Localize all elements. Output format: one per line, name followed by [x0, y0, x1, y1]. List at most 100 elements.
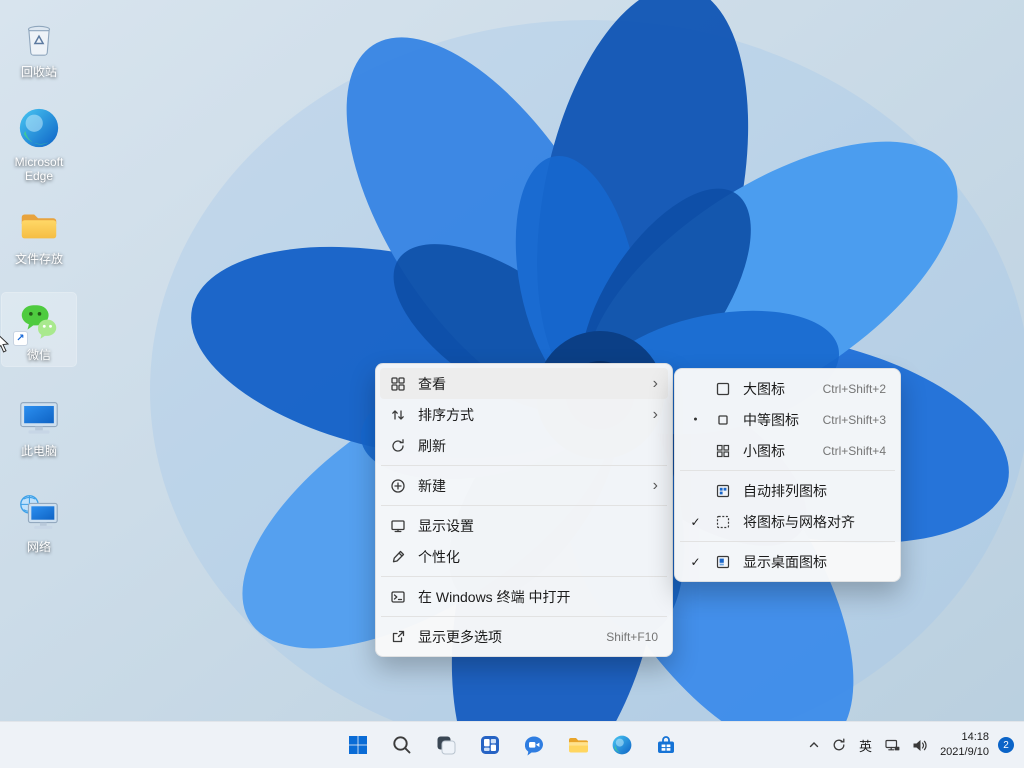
- search-icon: [390, 733, 414, 757]
- file-explorer-button[interactable]: [558, 725, 598, 765]
- system-tray: 英 14:18 2021/9/10 2: [802, 722, 1020, 768]
- submenu-item-large-icons[interactable]: 大图标 Ctrl+Shift+2: [679, 373, 896, 404]
- radio-selected-icon: ●: [688, 416, 703, 423]
- edge-icon: [610, 733, 634, 757]
- file-explorer-icon: [566, 733, 590, 757]
- context-menu-item-personalize[interactable]: 个性化: [380, 541, 668, 572]
- desktop-icon-label: 网络: [27, 540, 51, 554]
- menu-separator: [381, 465, 667, 466]
- desktop-icon-file-storage[interactable]: 文件存放: [2, 197, 76, 270]
- desktop-icon-label: 回收站: [21, 65, 57, 79]
- taskbar: 英 14:18 2021/9/10 2: [0, 721, 1024, 768]
- submenu-chevron-icon: ›: [653, 376, 658, 392]
- menu-item-label: 自动排列图标: [743, 481, 886, 501]
- tray-update-button[interactable]: [826, 725, 852, 765]
- menu-item-label: 显示设置: [418, 516, 658, 536]
- personalize-icon: [389, 549, 407, 565]
- menu-item-label: 排序方式: [418, 405, 642, 425]
- context-menu-item-show-more-options[interactable]: 显示更多选项 Shift+F10: [380, 621, 668, 652]
- desktop-icon-wechat[interactable]: ↗ 微信: [2, 293, 76, 366]
- mouse-cursor: [0, 333, 14, 355]
- edge-icon: [15, 104, 63, 152]
- submenu-item-medium-icons[interactable]: ● 中等图标 Ctrl+Shift+3: [679, 404, 896, 435]
- tray-time: 14:18: [961, 730, 989, 745]
- view-grid-icon: [389, 376, 407, 392]
- menu-item-label: 显示更多选项: [418, 627, 595, 647]
- desktop-icon-network[interactable]: 网络: [2, 485, 76, 558]
- context-menu-item-open-terminal[interactable]: 在 Windows 终端 中打开: [380, 581, 668, 612]
- edge-button[interactable]: [602, 725, 642, 765]
- display-settings-icon: [389, 518, 407, 534]
- context-menu: 查看 › 排序方式 › 刷新: [375, 363, 673, 657]
- menu-item-label: 将图标与网格对齐: [743, 512, 886, 532]
- update-arrows-icon: [831, 737, 847, 753]
- submenu-item-small-icons[interactable]: 小图标 Ctrl+Shift+4: [679, 435, 896, 466]
- task-view-icon: [434, 733, 458, 757]
- checkmark-icon: ✓: [688, 516, 703, 528]
- widgets-icon: [478, 733, 502, 757]
- start-icon: [346, 733, 370, 757]
- context-menu-item-new[interactable]: 新建 ›: [380, 470, 668, 501]
- recycle-bin-icon: [15, 14, 63, 62]
- start-button[interactable]: [338, 725, 378, 765]
- menu-item-label: 查看: [418, 374, 642, 394]
- submenu-chevron-icon: ›: [653, 478, 658, 494]
- notification-badge[interactable]: 2: [998, 737, 1014, 753]
- menu-item-label: 在 Windows 终端 中打开: [418, 587, 658, 607]
- context-menu-item-view[interactable]: 查看 ›: [380, 368, 668, 399]
- menu-item-label: 小图标: [743, 441, 812, 461]
- menu-separator: [381, 616, 667, 617]
- shortcut-arrow-icon: ↗: [13, 331, 28, 346]
- chevron-up-icon: [807, 738, 821, 752]
- desktop-icon-edge[interactable]: Microsoft Edge: [2, 100, 76, 187]
- menu-item-label: 大图标: [743, 379, 812, 399]
- menu-item-label: 显示桌面图标: [743, 552, 886, 572]
- folder-icon: [15, 201, 63, 249]
- menu-item-shortcut: Ctrl+Shift+2: [823, 382, 886, 396]
- widgets-button[interactable]: [470, 725, 510, 765]
- view-submenu: 大图标 Ctrl+Shift+2 ● 中等图标 Ctrl+Shift+3 小图标…: [674, 368, 901, 582]
- context-menu-item-sort-by[interactable]: 排序方式 ›: [380, 399, 668, 430]
- wechat-icon: ↗: [15, 297, 63, 345]
- language-indicator[interactable]: 英: [852, 725, 879, 765]
- search-button[interactable]: [382, 725, 422, 765]
- volume-icon: [911, 737, 928, 754]
- chat-button[interactable]: [514, 725, 554, 765]
- store-button[interactable]: [646, 725, 686, 765]
- tray-chevron-button[interactable]: [802, 725, 826, 765]
- refresh-icon: [389, 438, 407, 454]
- menu-item-shortcut: Ctrl+Shift+3: [823, 413, 886, 427]
- menu-item-shortcut: Ctrl+Shift+4: [823, 444, 886, 458]
- tray-date: 2021/9/10: [940, 745, 989, 760]
- context-menu-item-display-settings[interactable]: 显示设置: [380, 510, 668, 541]
- task-view-button[interactable]: [426, 725, 466, 765]
- auto-arrange-icon: [714, 483, 732, 499]
- submenu-item-show-desktop-icons[interactable]: ✓ 显示桌面图标: [679, 546, 896, 577]
- large-icons-icon: [714, 381, 732, 397]
- menu-item-label: 中等图标: [743, 410, 812, 430]
- submenu-chevron-icon: ›: [653, 407, 658, 423]
- desktop-icon-label: Microsoft Edge: [4, 155, 74, 183]
- desktop-icon-this-pc[interactable]: 此电脑: [2, 389, 76, 462]
- submenu-item-align-to-grid[interactable]: ✓ 将图标与网格对齐: [679, 506, 896, 537]
- menu-item-label: 个性化: [418, 547, 658, 567]
- menu-item-shortcut: Shift+F10: [606, 630, 658, 644]
- menu-separator: [680, 470, 895, 471]
- menu-separator: [680, 541, 895, 542]
- clock[interactable]: 14:18 2021/9/10: [933, 725, 996, 765]
- network-icon: [15, 489, 63, 537]
- store-icon: [654, 733, 678, 757]
- menu-separator: [381, 505, 667, 506]
- more-options-icon: [389, 629, 407, 645]
- ethernet-icon: [884, 737, 901, 754]
- desktop-icon-recycle-bin[interactable]: 回收站: [2, 10, 76, 83]
- show-desktop-icons-icon: [714, 554, 732, 570]
- volume-button[interactable]: [906, 725, 933, 765]
- submenu-item-auto-arrange[interactable]: 自动排列图标: [679, 475, 896, 506]
- taskbar-center: [338, 725, 686, 765]
- menu-item-label: 新建: [418, 476, 642, 496]
- desktop-icon-label: 微信: [27, 348, 51, 362]
- desktop-icon-label: 文件存放: [15, 252, 63, 266]
- context-menu-item-refresh[interactable]: 刷新: [380, 430, 668, 461]
- network-button[interactable]: [879, 725, 906, 765]
